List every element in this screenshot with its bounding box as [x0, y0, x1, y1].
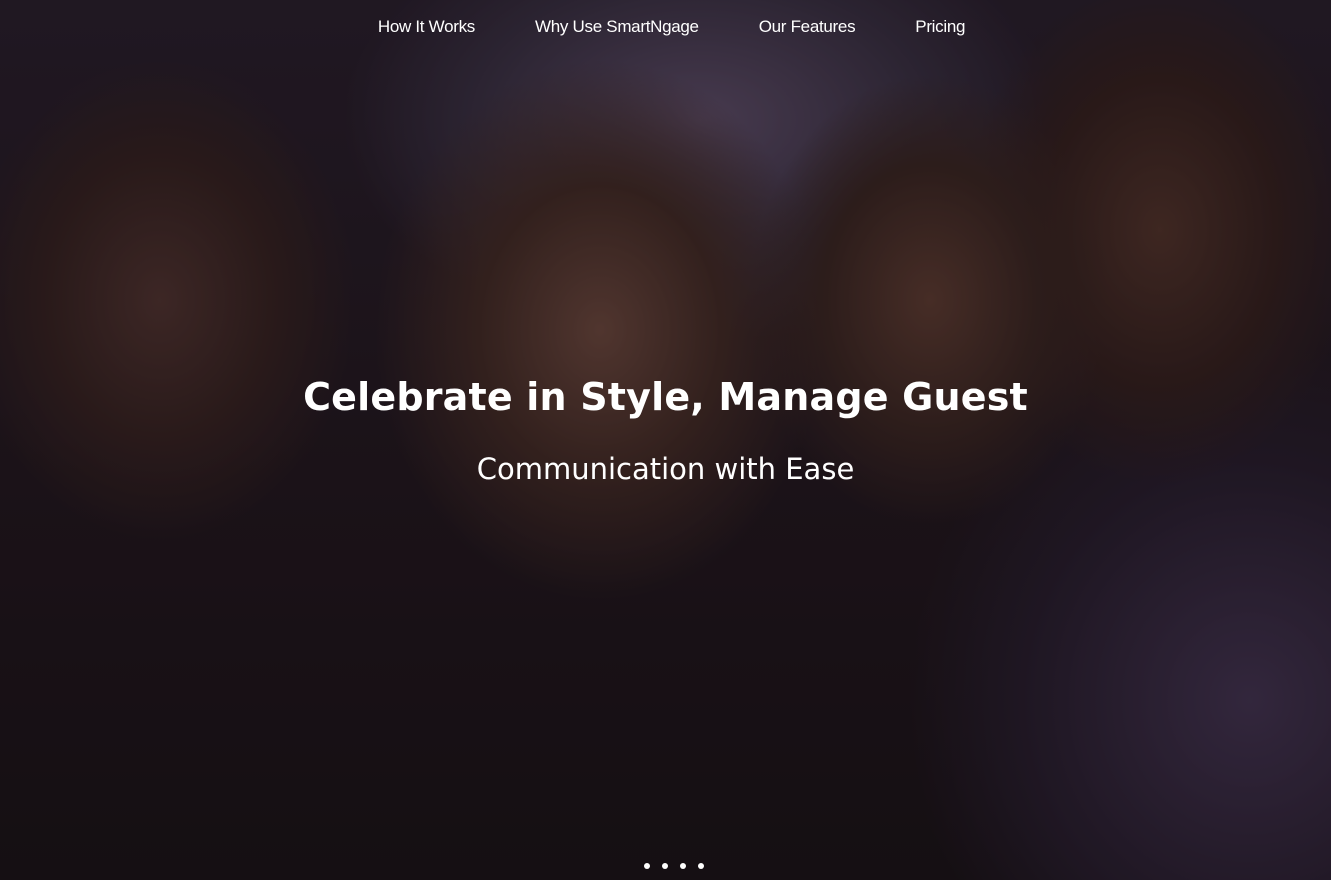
hero-headline: Celebrate in Style, Manage Guest: [303, 375, 1028, 419]
nav-link-our-features[interactable]: Our Features: [759, 17, 856, 37]
carousel-dot-3[interactable]: [679, 863, 686, 869]
hero-subheadline: Communication with Ease: [476, 452, 855, 486]
carousel-pagination: [0, 863, 1331, 869]
nav-link-why-use-smartngage[interactable]: Why Use SmartNgage: [535, 17, 699, 37]
nav-link-pricing[interactable]: Pricing: [915, 17, 965, 37]
hero-overlay: [0, 0, 1331, 880]
carousel-dot-2[interactable]: [661, 863, 668, 869]
top-navigation: How It Works Why Use SmartNgage Our Feat…: [0, 0, 1331, 54]
hero-section: How It Works Why Use SmartNgage Our Feat…: [0, 0, 1331, 880]
nav-link-how-it-works[interactable]: How It Works: [378, 17, 475, 37]
carousel-dot-4[interactable]: [697, 863, 704, 869]
carousel-dot-1[interactable]: [643, 863, 650, 869]
